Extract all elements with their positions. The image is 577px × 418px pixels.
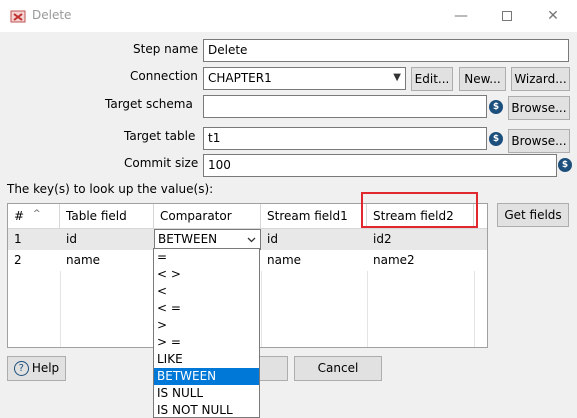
connection-value: CHAPTER1 [208, 71, 272, 85]
keys-section-label: The key(s) to look up the value(s): [7, 182, 214, 196]
stream-field2-cell[interactable]: id2 [367, 229, 474, 251]
row-number-cell: 2 [14, 253, 22, 267]
browse-schema-button[interactable]: Browse... [508, 96, 570, 120]
window-title: Delete [32, 8, 72, 22]
column-header-table-field[interactable]: Table field [60, 204, 154, 229]
wizard-button[interactable]: Wizard... [511, 67, 570, 91]
close-icon: ✕ [547, 8, 559, 24]
cancel-button[interactable]: Cancel [294, 356, 382, 381]
maximize-button[interactable] [484, 0, 530, 32]
variable-icon[interactable]: $ [489, 132, 503, 146]
target-schema-input[interactable] [203, 95, 487, 118]
column-header-num[interactable]: # ^ [8, 204, 60, 229]
dropdown-option[interactable]: < > [154, 266, 259, 283]
comparator-dropdown-list[interactable]: = < > < < = > > = LIKE BETWEEN IS NULL I… [153, 248, 260, 418]
chevron-down-icon: ▼ [393, 72, 401, 83]
commit-size-label: Commit size [124, 156, 199, 170]
title-bar: Delete — ✕ [0, 0, 577, 32]
dropdown-option-selected[interactable]: BETWEEN [154, 368, 259, 385]
connection-select[interactable]: CHAPTER1 ▼ [203, 67, 406, 90]
dropdown-option[interactable]: > [154, 317, 259, 334]
target-table-input[interactable]: t1 [203, 127, 487, 150]
stream-field1-cell[interactable]: name [261, 250, 367, 272]
delete-step-icon [10, 10, 26, 23]
help-button[interactable]: ? Help [7, 356, 66, 381]
dropdown-option[interactable]: = [154, 249, 259, 266]
target-schema-label: Target schema [105, 97, 193, 111]
dropdown-option[interactable]: LIKE [154, 351, 259, 368]
stream-field2-cell[interactable]: name2 [367, 250, 474, 272]
dropdown-option[interactable]: > = [154, 334, 259, 351]
browse-table-button[interactable]: Browse... [508, 129, 570, 153]
row-number-cell: 1 [14, 232, 22, 246]
edit-connection-button[interactable]: Edit... [411, 67, 453, 91]
help-icon: ? [13, 361, 29, 376]
close-button[interactable]: ✕ [530, 0, 576, 32]
table-field-cell[interactable]: name [60, 250, 154, 272]
column-header-stream-field1[interactable]: Stream field1 [261, 204, 367, 229]
connection-label: Connection [130, 69, 198, 83]
commit-size-input[interactable]: 100 [203, 154, 557, 177]
column-header-comparator[interactable]: Comparator [154, 204, 261, 229]
variable-icon[interactable]: $ [489, 100, 503, 114]
dropdown-option[interactable]: < = [154, 300, 259, 317]
target-table-label: Target table [124, 129, 196, 143]
step-name-input[interactable]: Delete [203, 39, 569, 62]
comparator-value: BETWEEN [158, 232, 218, 246]
column-header-label: # [14, 209, 25, 223]
stream-field1-cell[interactable]: id [261, 229, 367, 251]
step-name-label: Step name [133, 42, 199, 56]
dropdown-option[interactable]: IS NULL [154, 385, 259, 402]
table-row[interactable]: 1 id BETWEEN id id2 [8, 229, 487, 251]
minimize-button[interactable]: — [438, 0, 484, 32]
chevron-down-icon [247, 237, 256, 243]
minimize-icon: — [454, 8, 468, 24]
table-field-cell[interactable]: id [60, 229, 154, 251]
get-fields-button[interactable]: Get fields [497, 203, 569, 227]
delete-dialog: Delete — ✕ Step name Delete Connection C… [0, 0, 577, 418]
maximize-icon [502, 11, 512, 21]
new-connection-button[interactable]: New... [459, 67, 506, 91]
variable-icon[interactable]: $ [558, 158, 572, 172]
sort-up-icon: ^ [33, 209, 41, 219]
highlight-annotation [361, 192, 478, 228]
dropdown-option[interactable]: IS NOT NULL [154, 402, 259, 417]
help-label: Help [31, 361, 60, 375]
dropdown-option[interactable]: < [154, 283, 259, 300]
